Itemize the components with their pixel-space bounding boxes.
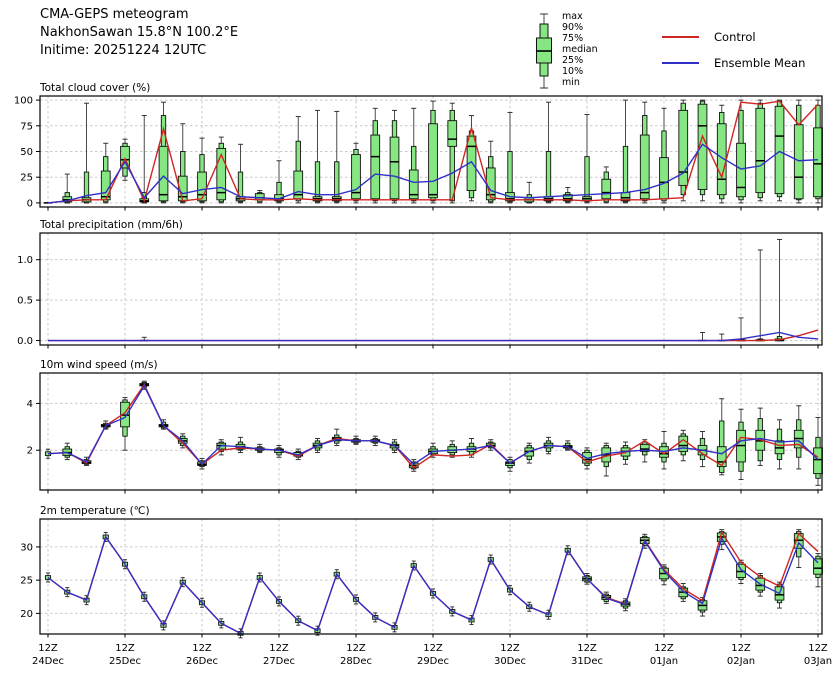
ytick-label-cloud: 25 xyxy=(20,173,33,184)
xtick-time: 12Z xyxy=(269,643,289,654)
ytick-label-temp: 20 xyxy=(20,609,33,620)
xtick-time: 12Z xyxy=(654,643,674,654)
ytick-label-wind: 2 xyxy=(27,446,33,457)
boxplot-legend: max 90% 75% median 25% 10% min xyxy=(531,11,598,91)
control-label: Control xyxy=(714,30,756,44)
control-line-temp xyxy=(48,532,818,633)
ytick-label-cloud: 50 xyxy=(20,147,33,158)
ytick-label-cloud: 0 xyxy=(27,198,33,209)
xtick-date: 31Dec xyxy=(571,656,603,667)
xtick-date: 02Jan xyxy=(727,656,755,667)
xtick-date: 25Dec xyxy=(109,656,141,667)
boxplots-cloud xyxy=(44,100,823,203)
panel-temp: 20 25 30 2m temperature (℃) xyxy=(20,505,822,638)
boxplot-legend-glyph xyxy=(531,11,557,91)
ytick-label-wind: 4 xyxy=(27,399,33,410)
boxplots-wind xyxy=(45,381,822,485)
xtick-time: 12Z xyxy=(192,643,212,654)
xtick-date: 24Dec xyxy=(32,656,64,667)
ensemble-mean-line-swatch xyxy=(662,62,699,64)
xtick-time: 12Z xyxy=(500,643,520,654)
ytick-label-temp: 30 xyxy=(20,542,33,553)
meteogram-chart: 0 25 50 75 100 Total cloud cover (%) 0.0 0.5 1.0… xyxy=(0,0,839,680)
xtick-time: 12Z xyxy=(731,643,751,654)
legend-label-median: median xyxy=(562,45,598,55)
xtick-time: 12Z xyxy=(346,643,366,654)
boxplot-legend-labels: max 90% 75% median 25% 10% min xyxy=(562,11,598,88)
xtick-date: 29Dec xyxy=(417,656,449,667)
xtick-time: 12Z xyxy=(423,643,443,654)
xtick-date: 30Dec xyxy=(494,656,526,667)
legend-label-90pct: 90% xyxy=(562,23,598,33)
panel-title-wind: 10m wind speed (m/s) xyxy=(40,359,158,371)
ytick-label-cloud: 75 xyxy=(20,121,33,132)
ensemble-mean-label: Ensemble Mean xyxy=(714,56,805,70)
xtick-date: 03Jan xyxy=(804,656,832,667)
legend-label-min: min xyxy=(562,78,598,88)
panel-cloud: 0 25 50 75 100 Total cloud cover (%) xyxy=(14,82,822,211)
panel-precip: 0.0 0.5 1.0 Total precipitation (mm/6h) xyxy=(17,219,822,349)
legend-item-ensemble-mean: Ensemble Mean xyxy=(662,50,805,76)
panel-title-cloud: Total cloud cover (%) xyxy=(39,82,150,94)
xtick-time: 12Z xyxy=(808,643,828,654)
app-title: CMA-GEPS meteogram xyxy=(40,6,238,24)
ytick-label-precip: 1.0 xyxy=(17,255,33,266)
xtick-date: 28Dec xyxy=(340,656,372,667)
ytick-label-precip: 0.0 xyxy=(17,336,33,347)
ytick-label-cloud: 100 xyxy=(14,96,33,107)
header: CMA-GEPS meteogram NakhonSawan 15.8°N 10… xyxy=(40,6,238,60)
legend-label-25pct: 25% xyxy=(562,56,598,66)
legend-label-10pct: 10% xyxy=(562,67,598,77)
legend-item-control: Control xyxy=(662,24,805,50)
station-info: NakhonSawan 15.8°N 100.2°E xyxy=(40,24,238,42)
boxplots-precip xyxy=(140,239,784,340)
panel-title-precip: Total precipitation (mm/6h) xyxy=(39,219,183,231)
boxplots-temp xyxy=(45,530,822,638)
xtick-date: 01Jan xyxy=(650,656,678,667)
series-legend: Control Ensemble Mean xyxy=(662,24,805,76)
init-time: Initime: 20251224 12UTC xyxy=(40,42,238,60)
ytick-label-precip: 0.5 xyxy=(17,296,33,307)
panel-title-temp: 2m temperature (℃) xyxy=(40,505,150,517)
control-line-swatch xyxy=(662,36,699,38)
panel-wind: 2 4 10m wind speed (m/s) xyxy=(27,359,823,494)
xtick-time: 12Z xyxy=(38,643,58,654)
xtick-time: 12Z xyxy=(577,643,597,654)
legend-label-max: max xyxy=(562,12,598,22)
ytick-label-temp: 25 xyxy=(20,576,33,587)
xtick-time: 12Z xyxy=(115,643,135,654)
legend-label-75pct: 75% xyxy=(562,34,598,44)
x-axis-labels: 12Z 24Dec 12Z 25Dec 12Z 26Dec 12Z 27Dec 12Z 28Dec… xyxy=(32,643,832,667)
xtick-date: 26Dec xyxy=(186,656,218,667)
xtick-date: 27Dec xyxy=(263,656,295,667)
